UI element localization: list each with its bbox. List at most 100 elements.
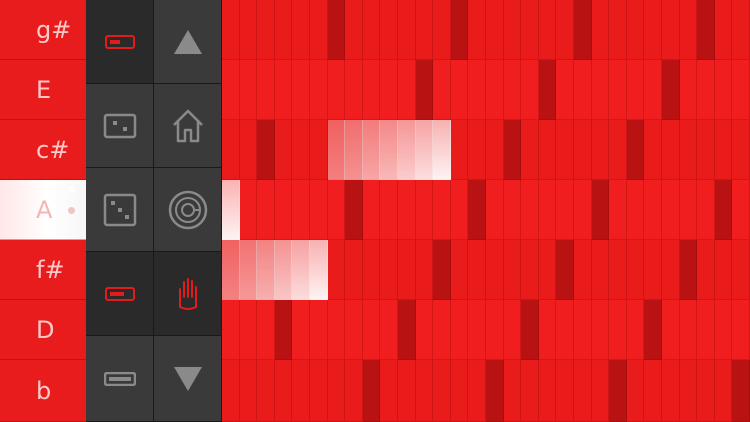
grid-cell[interactable]	[468, 0, 486, 60]
step-sequencer-grid[interactable]	[222, 0, 750, 422]
grid-cell[interactable]	[257, 0, 275, 60]
grid-cell[interactable]	[362, 60, 381, 120]
grid-cell[interactable]	[732, 300, 750, 360]
grid-cell[interactable]	[556, 240, 574, 300]
grid-cell[interactable]	[591, 360, 610, 422]
grid-cell[interactable]	[732, 0, 750, 60]
grid-cell[interactable]	[450, 60, 469, 120]
grid-cell[interactable]	[591, 180, 610, 240]
grid-cell[interactable]	[257, 120, 275, 180]
grid-cell[interactable]	[697, 120, 715, 180]
grid-cell[interactable]	[398, 60, 416, 120]
grid-cell[interactable]	[257, 60, 275, 120]
active-note-cell[interactable]	[239, 240, 258, 300]
grid-cell[interactable]	[556, 120, 574, 180]
grid-cell[interactable]	[310, 0, 328, 60]
dice-button-small[interactable]	[86, 84, 154, 168]
grid-cell[interactable]	[609, 180, 627, 240]
grid-cell[interactable]	[679, 360, 698, 422]
grid-cell[interactable]	[274, 360, 293, 422]
active-note-cell[interactable]	[380, 120, 398, 180]
key-g-sharp[interactable]: g#	[0, 0, 86, 60]
grid-cell[interactable]	[398, 240, 416, 300]
grid-cell[interactable]	[662, 0, 680, 60]
grid-cell[interactable]	[538, 0, 557, 60]
grid-cell[interactable]	[327, 240, 346, 300]
grid-cell[interactable]	[662, 240, 680, 300]
grid-cell[interactable]	[644, 120, 662, 180]
grid-cell[interactable]	[292, 360, 310, 422]
grid-cell[interactable]	[433, 0, 451, 60]
grid-cell[interactable]	[503, 0, 522, 60]
grid-cell[interactable]	[380, 240, 398, 300]
grid-cell[interactable]	[679, 120, 698, 180]
grid-cell[interactable]	[450, 360, 469, 422]
grid-cell[interactable]	[697, 240, 715, 300]
grid-cell[interactable]	[450, 0, 469, 60]
spiral-button[interactable]	[154, 168, 222, 252]
grid-cell[interactable]	[538, 60, 557, 120]
grid-cell[interactable]	[468, 120, 486, 180]
hand-tool-button[interactable]	[154, 252, 222, 336]
grid-cell[interactable]	[450, 300, 469, 360]
grid-cell[interactable]	[679, 0, 698, 60]
grid-cell[interactable]	[697, 300, 715, 360]
grid-cell[interactable]	[292, 120, 310, 180]
grid-cell[interactable]	[327, 360, 346, 422]
grid-cell[interactable]	[486, 360, 504, 422]
grid-cell[interactable]	[644, 180, 662, 240]
key-a[interactable]: A	[0, 180, 86, 240]
grid-cell[interactable]	[521, 120, 539, 180]
grid-cell[interactable]	[609, 60, 627, 120]
grid-cell[interactable]	[450, 180, 469, 240]
grid-cell[interactable]	[644, 300, 662, 360]
active-note-cell[interactable]	[433, 120, 451, 180]
active-note-cell[interactable]	[310, 240, 328, 300]
grid-cell[interactable]	[398, 360, 416, 422]
grid-cell[interactable]	[503, 360, 522, 422]
grid-cell[interactable]	[239, 360, 258, 422]
grid-cell[interactable]	[486, 240, 504, 300]
grid-cell[interactable]	[310, 360, 328, 422]
grid-cell[interactable]	[609, 240, 627, 300]
grid-cell[interactable]	[679, 240, 698, 300]
key-b[interactable]: b	[0, 360, 86, 422]
grid-cell[interactable]	[415, 300, 434, 360]
grid-cell[interactable]	[468, 360, 486, 422]
grid-cell[interactable]	[591, 60, 610, 120]
grid-cell[interactable]	[274, 0, 293, 60]
grid-cell[interactable]	[433, 60, 451, 120]
grid-cell[interactable]	[486, 120, 504, 180]
grid-cell[interactable]	[521, 0, 539, 60]
grid-cell[interactable]	[697, 180, 715, 240]
grid-cell[interactable]	[521, 180, 539, 240]
grid-cell[interactable]	[644, 60, 662, 120]
grid-cell[interactable]	[626, 360, 645, 422]
grid-cell[interactable]	[714, 60, 733, 120]
grid-cell[interactable]	[538, 360, 557, 422]
grid-cell[interactable]	[257, 300, 275, 360]
active-note-cell[interactable]	[292, 240, 310, 300]
toggle-off-button[interactable]	[86, 336, 154, 422]
grid-cell[interactable]	[662, 120, 680, 180]
grid-cell[interactable]	[362, 0, 381, 60]
grid-cell[interactable]	[556, 360, 574, 422]
grid-cell[interactable]	[327, 0, 346, 60]
grid-cell[interactable]	[450, 240, 469, 300]
grid-cell[interactable]	[415, 60, 434, 120]
grid-cell[interactable]	[380, 360, 398, 422]
grid-cell[interactable]	[310, 120, 328, 180]
active-note-cell[interactable]	[274, 240, 293, 300]
grid-cell[interactable]	[521, 300, 539, 360]
grid-cell[interactable]	[380, 180, 398, 240]
grid-cell[interactable]	[274, 120, 293, 180]
grid-cell[interactable]	[380, 0, 398, 60]
grid-cell[interactable]	[591, 240, 610, 300]
active-note-cell[interactable]	[345, 120, 363, 180]
grid-cell[interactable]	[697, 360, 715, 422]
grid-cell[interactable]	[538, 120, 557, 180]
grid-cell[interactable]	[239, 180, 258, 240]
grid-cell[interactable]	[503, 60, 522, 120]
grid-cell[interactable]	[486, 300, 504, 360]
grid-cell[interactable]	[433, 360, 451, 422]
